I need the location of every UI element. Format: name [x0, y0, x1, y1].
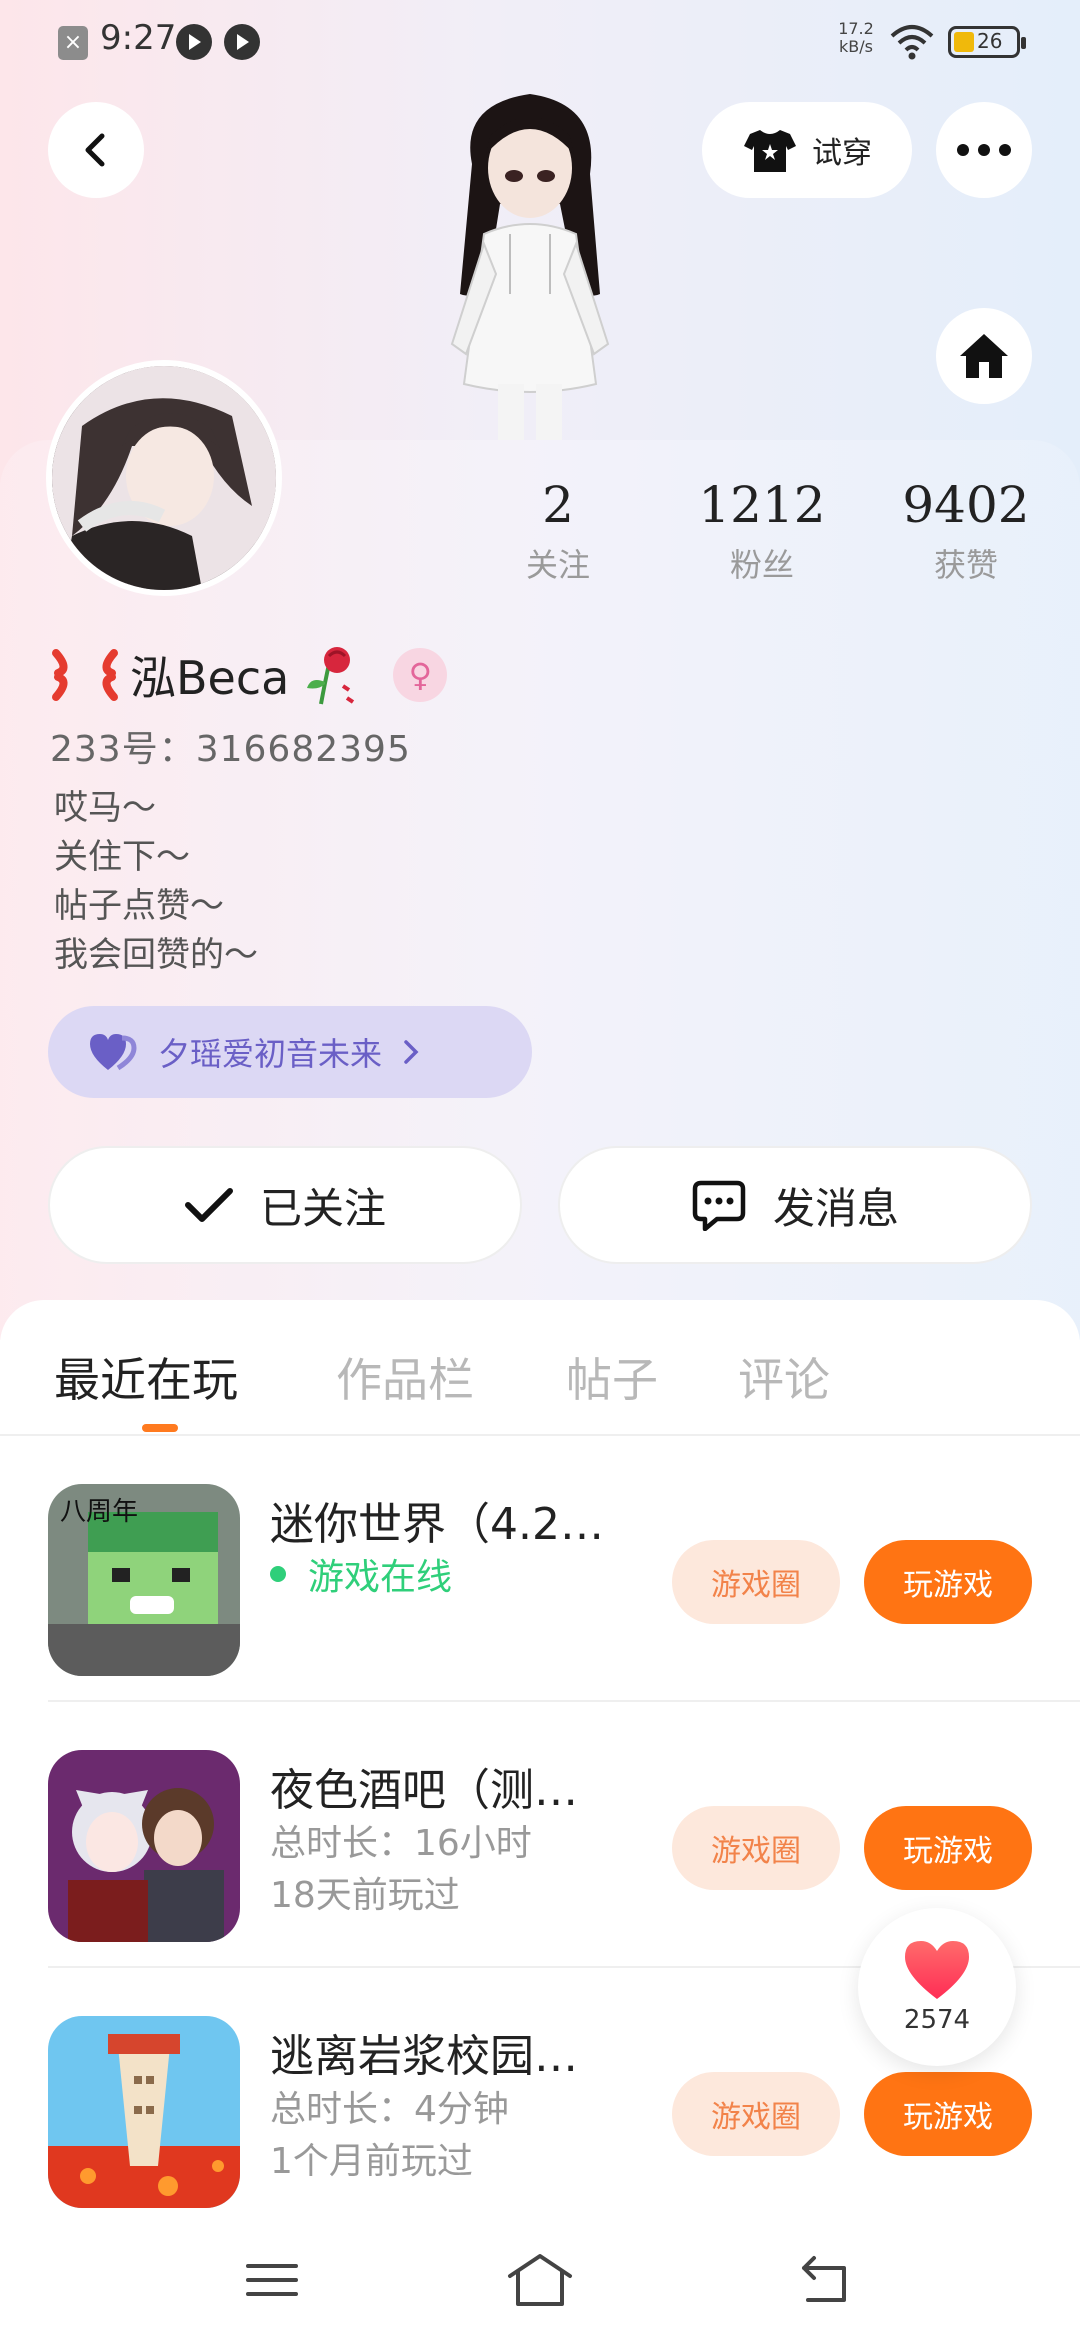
stat-following[interactable]: 2 关注 [478, 476, 638, 586]
game-title: 夜色酒吧（测… [270, 1765, 578, 1816]
stat-likes-label: 获赞 [933, 546, 998, 584]
back-nav-icon[interactable] [794, 2250, 854, 2310]
play-game-button[interactable]: 玩游戏 [864, 2072, 1032, 2156]
svg-text:八周年: 八周年 [60, 1497, 138, 1527]
stat-followers[interactable]: 1212 粉丝 [682, 476, 842, 586]
like-button[interactable]: 2574 [858, 1908, 1016, 2066]
try-on-label: 试穿 [812, 136, 872, 171]
game-title: 迷你世界（4.2… [270, 1499, 604, 1550]
follow-label: 已关注 [259, 1183, 386, 1233]
stat-following-value: 2 [542, 476, 574, 534]
menu-icon[interactable] [242, 2250, 302, 2310]
tab-works[interactable]: 作品栏 [336, 1344, 474, 1410]
home-button[interactable] [936, 308, 1032, 404]
game-status: 游戏在线 [270, 1548, 452, 1600]
game-icon-lava-escape [48, 2016, 240, 2208]
stat-following-label: 关注 [525, 546, 590, 584]
game-last-played: 1个月前玩过 [270, 2141, 473, 2182]
fan-club-label: 夕瑶爱初音未来 [158, 1035, 383, 1073]
tab-comments[interactable]: 评论 [738, 1344, 830, 1410]
heart-icon [905, 1941, 969, 1999]
battery-level [954, 32, 974, 52]
user-id: 233号：316682395 [50, 729, 411, 770]
tab-recent-games[interactable]: 最近在玩 [54, 1344, 238, 1410]
tshirt-icon [744, 130, 796, 172]
avatar[interactable] [46, 360, 282, 596]
stat-followers-label: 粉丝 [729, 546, 794, 584]
game-icon-night-bar [48, 1750, 240, 1942]
play-game-button[interactable]: 玩游戏 [864, 1806, 1032, 1890]
game-circle-button[interactable]: 游戏圈 [672, 2072, 840, 2156]
try-on-button[interactable]: 试穿 [702, 102, 912, 198]
back-button[interactable] [48, 102, 144, 198]
more-button[interactable] [936, 102, 1032, 198]
checkmark-icon [184, 1188, 233, 1222]
chevron-right-icon [404, 1040, 419, 1064]
battery-icon: 26 [948, 26, 1026, 58]
game-row[interactable]: 八周年 迷你世界（4.2… 游戏在线 游戏圈 玩游戏 [0, 1436, 1080, 1702]
like-count: 2574 [903, 2005, 971, 2035]
game-duration: 总时长：16小时 [270, 1823, 532, 1864]
bio-line: 关住下～ [54, 837, 190, 877]
battery-percent: 26 [977, 29, 1003, 53]
game-last-played: 18天前玩过 [270, 1875, 460, 1916]
bio: 哎马～ 关住下～ 帖子点赞～ 我会回赞的～ [54, 784, 258, 980]
status-bar: × 9:27 17.2 kB/s 26 [0, 0, 1080, 84]
profile-name-row: 泓Beca ♀ [50, 640, 448, 710]
stat-followers-value: 1212 [698, 476, 826, 534]
bio-line: 帖子点赞～ [54, 886, 224, 926]
game-circle-button[interactable]: 游戏圈 [672, 1806, 840, 1890]
play-notification-icon [176, 24, 212, 60]
bio-line: 我会回赞的～ [54, 935, 258, 975]
game-title: 逃离岩浆校园… [270, 2031, 578, 2082]
network-speed: 17.2 kB/s [838, 20, 874, 56]
tab-posts[interactable]: 帖子 [566, 1344, 658, 1410]
game-icon-mini-world: 八周年 [48, 1484, 240, 1676]
profile-name: 泓Beca [130, 651, 290, 705]
game-duration: 总时长：4分钟 [270, 2089, 509, 2130]
status-time: 9:27 [100, 18, 177, 58]
message-button[interactable]: 发消息 [558, 1146, 1032, 1264]
tab-active-indicator [142, 1424, 178, 1432]
network-speed-value: 17.2 [838, 19, 874, 38]
stat-likes-value: 9402 [902, 476, 1030, 534]
gender-female-icon: ♀ [393, 648, 448, 702]
anger-icon [52, 649, 118, 701]
stat-likes[interactable]: 9402 获赞 [886, 476, 1046, 586]
home-nav-icon[interactable] [506, 2250, 574, 2310]
follow-button[interactable]: 已关注 [48, 1146, 522, 1264]
home-icon [960, 334, 1008, 378]
heart-badge-icon [90, 1034, 137, 1071]
play-notification-icon [224, 24, 260, 60]
fan-club-pill[interactable]: 夕瑶爱初音未来 [48, 1006, 532, 1098]
game-circle-button[interactable]: 游戏圈 [672, 1540, 840, 1624]
avatar-image [52, 366, 276, 590]
message-label: 发消息 [772, 1183, 899, 1233]
bio-line: 哎马～ [54, 788, 156, 828]
more-icon [957, 144, 1011, 156]
system-navigation-bar [0, 2220, 1080, 2340]
rose-icon [307, 647, 355, 705]
profile-tabs: 最近在玩 作品栏 帖子 评论 [0, 1330, 1080, 1434]
wifi-icon [890, 25, 934, 60]
online-dot-icon [270, 1566, 286, 1582]
notification-close-icon: × [58, 26, 88, 60]
game-status-text: 游戏在线 [308, 1557, 453, 1598]
character-model [450, 94, 610, 440]
chat-bubble-icon [692, 1180, 746, 1231]
network-speed-unit: kB/s [839, 37, 873, 56]
play-game-button[interactable]: 玩游戏 [864, 1540, 1032, 1624]
chevron-left-icon [85, 133, 105, 167]
